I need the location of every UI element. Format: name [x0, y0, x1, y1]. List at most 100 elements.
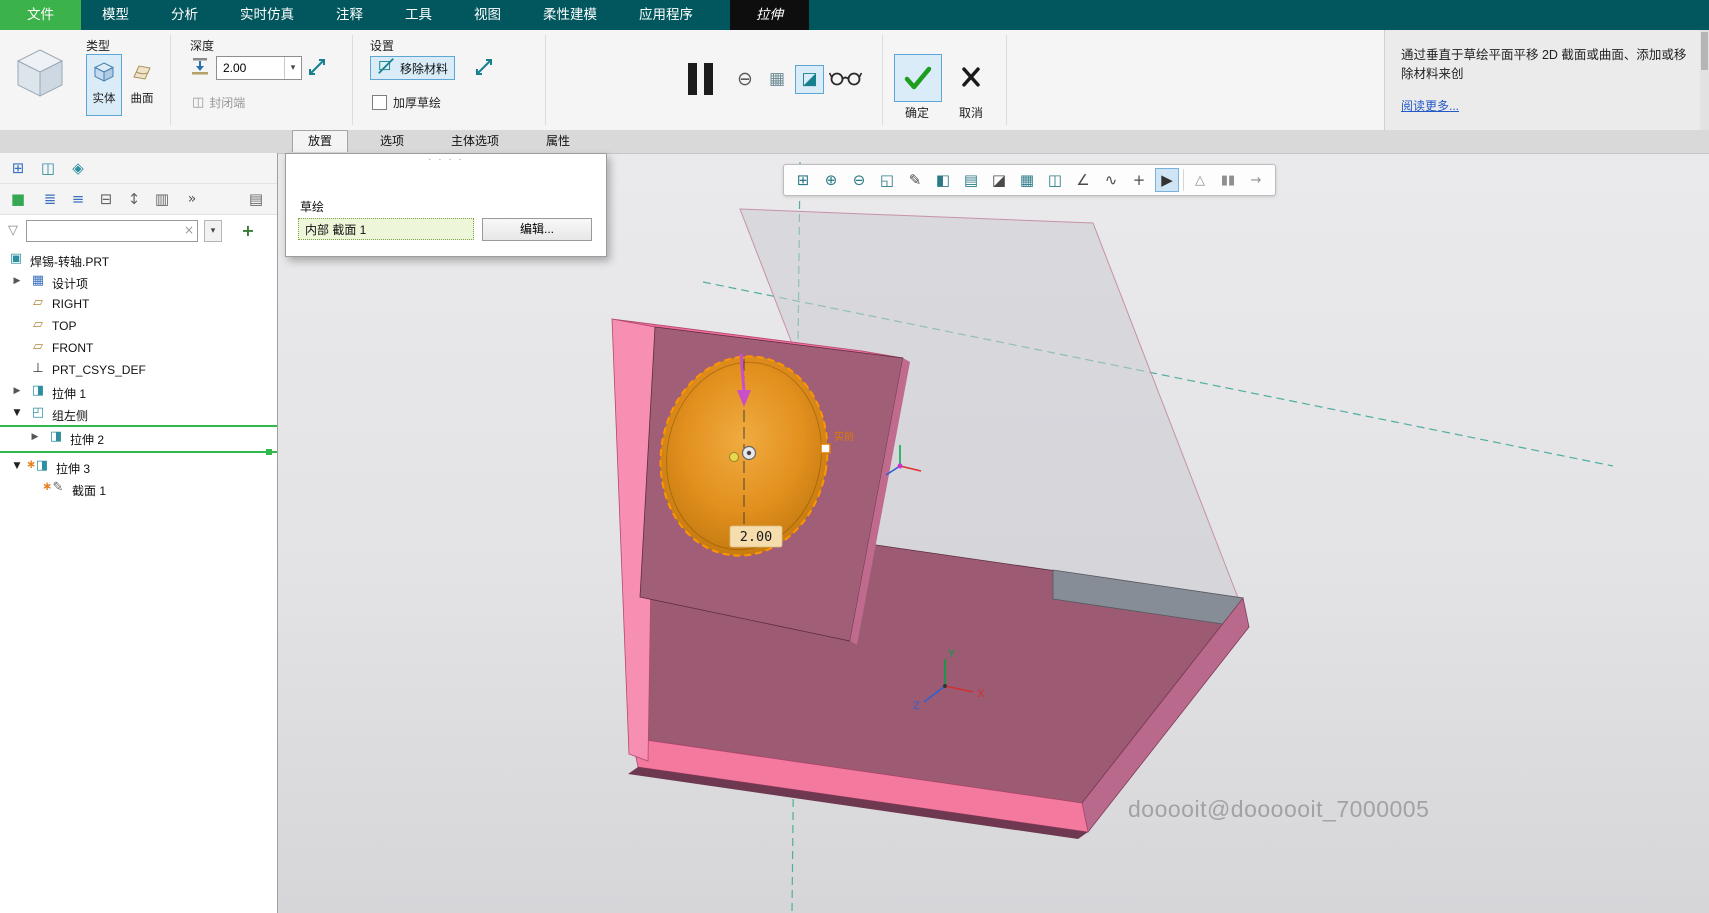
menu-tab-file[interactable]: 文件 [0, 0, 81, 30]
tree-item-label[interactable]: 拉伸 3 [56, 460, 90, 477]
expander-icon[interactable]: ▶ [12, 277, 22, 286]
unattached-preview-button[interactable]: ▦ [764, 66, 790, 92]
show-items-icon[interactable]: ■ [6, 188, 30, 210]
tree-item-part[interactable]: ▣ 焊锡-转轴.PRT [0, 249, 277, 271]
graphics-viewport[interactable]: 实前 2.00 Y X Z ⊞ ⊕ ⊖ ◱ ✎ ◧ ▤ ◪ ▦ ◫ ∠ ∿ + … [278, 153, 1709, 913]
analysis-icon[interactable]: △ [1188, 168, 1212, 192]
no-preview-button[interactable]: ⊖ [733, 67, 757, 91]
tab-options[interactable]: 选项 [365, 130, 419, 152]
thicken-sketch-option[interactable]: 加厚草绘 [372, 94, 441, 111]
tree-item-section-1[interactable]: ∗ ✎ 截面 1 [0, 478, 277, 500]
model-tree-icon[interactable]: ⊞ [6, 157, 30, 179]
zoom-out-icon[interactable]: ⊖ [847, 168, 871, 192]
depth-combo-caret-icon[interactable]: ▾ [284, 57, 301, 79]
spin-center-icon[interactable]: + [1127, 168, 1151, 192]
tree-item-label[interactable]: 焊锡-转轴.PRT [30, 253, 109, 270]
cancel-button[interactable] [948, 54, 994, 100]
help-scrollbar[interactable] [1700, 30, 1709, 130]
tree-item-group-left[interactable]: ▼ ◰ 组左侧 [0, 403, 277, 427]
edit-sketch-button[interactable]: 编辑... [482, 218, 592, 241]
display-style-icon[interactable]: ◧ [931, 168, 955, 192]
menu-tab-annotate[interactable]: 注释 [315, 0, 384, 30]
ok-button[interactable] [894, 54, 942, 102]
tree-item-label[interactable]: FRONT [52, 341, 93, 355]
clear-search-icon[interactable]: × [184, 224, 194, 236]
group-by-icon[interactable]: ⊟ [94, 188, 118, 210]
expander-icon[interactable]: ▼ [12, 462, 22, 471]
feature-preview-button[interactable]: ◪ [795, 65, 824, 94]
tree-item-csys[interactable]: ⊥ PRT_CSYS_DEF [0, 359, 277, 381]
tree-item-extrude-3[interactable]: ▼ ∗ ◨ 拉伸 3 [0, 456, 277, 478]
perspective-icon[interactable]: ◪ [987, 168, 1011, 192]
depth-type-button[interactable] [190, 56, 214, 80]
depth-dimension-value[interactable]: 2.00 [740, 529, 773, 545]
solid-button[interactable]: 实体 [86, 54, 122, 116]
tree-item-top-plane[interactable]: ▱ TOP [0, 315, 277, 337]
expander-icon[interactable]: ▼ [12, 409, 22, 418]
tree-item-front-plane[interactable]: ▱ FRONT [0, 337, 277, 359]
add-filter-icon[interactable]: + [238, 220, 258, 242]
tree-item-label[interactable]: TOP [52, 319, 76, 333]
menu-tab-view[interactable]: 视图 [453, 0, 522, 30]
tree-item-label[interactable]: 拉伸 2 [70, 431, 104, 448]
tree-item-label[interactable]: 拉伸 1 [52, 385, 86, 402]
search-options-caret-icon[interactable]: ▾ [204, 220, 222, 242]
tree-item-label[interactable]: PRT_CSYS_DEF [52, 363, 146, 377]
zoom-window-icon[interactable]: ⊞ [791, 168, 815, 192]
tab-properties[interactable]: 属性 [531, 130, 585, 152]
expander-icon[interactable]: ▶ [30, 433, 40, 442]
tab-body-options[interactable]: 主体选项 [436, 130, 514, 152]
menu-tab-live-sim[interactable]: 实时仿真 [219, 0, 315, 30]
expand-all-icon[interactable]: ≣ [38, 188, 62, 210]
saved-views-icon[interactable]: ▤ [959, 168, 983, 192]
thicken-sketch-checkbox[interactable] [372, 95, 387, 110]
refit-icon[interactable]: ◱ [875, 168, 899, 192]
flip-material-side-button[interactable] [474, 57, 498, 79]
tree-item-label[interactable]: RIGHT [52, 297, 89, 311]
depth-value-combobox[interactable]: 2.00 ▾ [216, 56, 302, 80]
expander-icon[interactable]: ▶ [12, 387, 22, 396]
tree-search-input[interactable] [26, 220, 198, 242]
insert-locator[interactable] [0, 449, 277, 456]
menu-tab-applications[interactable]: 应用程序 [618, 0, 714, 30]
repaint-icon[interactable]: ✎ [903, 168, 927, 192]
view-manager-icon[interactable]: ◫ [1043, 168, 1067, 192]
layer-tree-icon[interactable]: ◫ [36, 157, 60, 179]
surface-button[interactable]: 曲面 [124, 54, 160, 116]
tree-item-label[interactable]: 设计项 [52, 275, 88, 292]
menu-tab-tools[interactable]: 工具 [384, 0, 453, 30]
favorites-icon[interactable]: ◈ [66, 157, 90, 179]
pause-feature-button[interactable] [688, 63, 714, 95]
remove-material-button[interactable]: 移除材料 [370, 56, 456, 80]
tree-item-label[interactable]: 组左侧 [52, 407, 88, 424]
read-more-link[interactable]: 阅读更多... [1401, 97, 1459, 114]
sort-icon[interactable]: ↕ [122, 188, 146, 210]
snap-point[interactable] [729, 452, 739, 462]
tree-item-label[interactable]: 截面 1 [72, 482, 106, 499]
zoom-in-icon[interactable]: ⊕ [819, 168, 843, 192]
exit-icon[interactable]: → [1244, 168, 1268, 192]
tree-settings-icon[interactable]: ▤ [244, 188, 268, 210]
menu-tab-model[interactable]: 模型 [81, 0, 150, 30]
drag-handle[interactable] [820, 443, 831, 454]
pause-icon[interactable]: ▮▮ [1216, 168, 1240, 192]
datum-display-icon[interactable]: ∠ [1071, 168, 1095, 192]
panel-grip-icon[interactable]: · · · · [286, 154, 606, 165]
capture-icon[interactable]: ▦ [1015, 168, 1039, 192]
verify-glasses-button[interactable] [828, 69, 863, 92]
help-scrollbar-thumb[interactable] [1701, 32, 1708, 70]
tree-item-extrude-2[interactable]: ▶ ◨ 拉伸 2 [0, 427, 277, 449]
tree-item-extrude-1[interactable]: ▶ ◨ 拉伸 1 [0, 381, 277, 403]
annotation-display-icon[interactable]: ∿ [1099, 168, 1123, 192]
menu-tab-flex-modeling[interactable]: 柔性建模 [522, 0, 618, 30]
columns-icon[interactable]: ▥ [150, 188, 174, 210]
more-tools-icon[interactable]: » [180, 188, 204, 210]
insert-locator-handle[interactable] [266, 449, 272, 455]
selection-filter-icon[interactable]: ▶ [1155, 168, 1179, 192]
flip-depth-direction-button[interactable] [307, 57, 331, 79]
tab-placement[interactable]: 放置 [292, 130, 349, 152]
menu-tab-extrude-active[interactable]: 拉伸 [730, 0, 809, 30]
sketch-reference-field[interactable] [298, 218, 474, 240]
tree-item-design-items[interactable]: ▶ ▦ 设计项 [0, 271, 277, 293]
tree-item-right-plane[interactable]: ▱ RIGHT [0, 293, 277, 315]
